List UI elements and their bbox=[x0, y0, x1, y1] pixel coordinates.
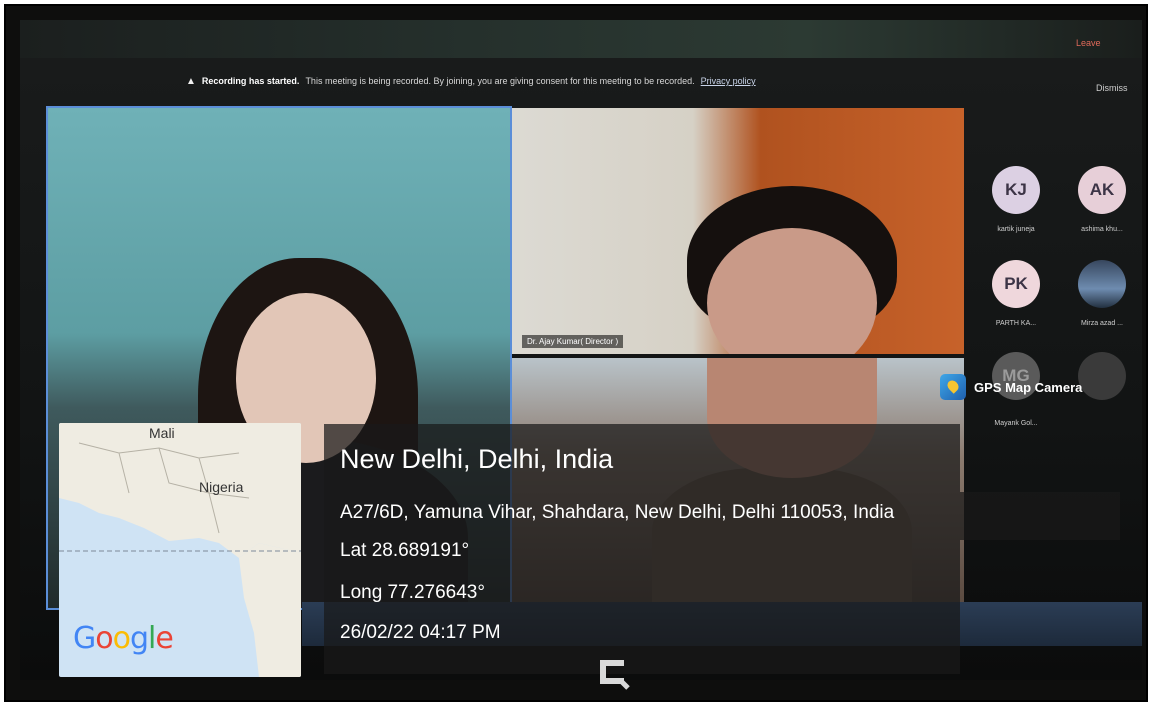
participants-panel: KJ kartik juneja AK ashima khu... PK PAR… bbox=[968, 156, 1142, 456]
warning-icon: ▲ bbox=[186, 75, 196, 87]
participant-name: PARTH KA... bbox=[995, 320, 1037, 327]
meeting-top-bar bbox=[20, 20, 1142, 58]
location-info-panel-extension bbox=[960, 492, 1120, 540]
recording-banner: ▲ Recording has started. This meeting is… bbox=[186, 72, 756, 90]
gps-map-camera-icon bbox=[940, 374, 966, 400]
location-longitude: Long 77.276643° bbox=[340, 582, 485, 603]
location-address: A27/6D, Yamuna Vihar, Shahdara, New Delh… bbox=[340, 502, 895, 523]
avatar: KJ bbox=[992, 166, 1040, 214]
recording-title: Recording has started. bbox=[201, 76, 300, 86]
location-datetime: 26/02/22 04:17 PM bbox=[340, 622, 501, 643]
participant-name: kartik juneja bbox=[997, 226, 1035, 233]
participant-name: Mayank Gol... bbox=[994, 420, 1038, 427]
map-label-nigeria: Nigeria bbox=[199, 479, 244, 495]
google-logo: Google bbox=[73, 621, 174, 656]
photo-frame: Leave ▲ Recording has started. This meet… bbox=[4, 4, 1148, 702]
participant-name: Mirza azad ... bbox=[1080, 320, 1123, 327]
video-tile-director[interactable]: Dr. Ajay Kumar( Director ) bbox=[512, 108, 964, 354]
location-place: New Delhi, Delhi, India bbox=[340, 444, 614, 474]
avatar: PK bbox=[992, 260, 1040, 308]
tile-name-label: Dr. Ajay Kumar( Director ) bbox=[522, 335, 624, 348]
gps-app-name: GPS Map Camera bbox=[974, 379, 1083, 395]
participant-tile[interactable]: KJ kartik juneja bbox=[976, 156, 1056, 244]
participant-tile[interactable]: AK ashima khu... bbox=[1062, 156, 1142, 244]
compaq-logo-icon bbox=[600, 660, 630, 690]
avatar bbox=[1078, 352, 1126, 400]
recording-message: This meeting is being recorded. By joini… bbox=[305, 76, 695, 86]
dismiss-button[interactable]: Dismiss bbox=[1096, 83, 1128, 93]
participant-tile[interactable]: Mirza azad ... bbox=[1062, 250, 1142, 338]
location-map: Mali Nigeria Google bbox=[59, 423, 301, 677]
participant-name: ashima khu... bbox=[1081, 226, 1123, 233]
location-latitude: Lat 28.689191° bbox=[340, 540, 470, 561]
participant-tile[interactable]: PK PARTH KA... bbox=[976, 250, 1056, 338]
leave-button[interactable]: Leave bbox=[1076, 38, 1101, 48]
privacy-policy-link[interactable]: Privacy policy bbox=[701, 76, 756, 86]
avatar: AK bbox=[1078, 166, 1126, 214]
gps-app-badge: GPS Map Camera bbox=[940, 374, 1082, 400]
location-info-panel: New Delhi, Delhi, India A27/6D, Yamuna V… bbox=[324, 424, 960, 674]
avatar-photo bbox=[1078, 260, 1126, 308]
map-label-mali: Mali bbox=[149, 425, 175, 441]
